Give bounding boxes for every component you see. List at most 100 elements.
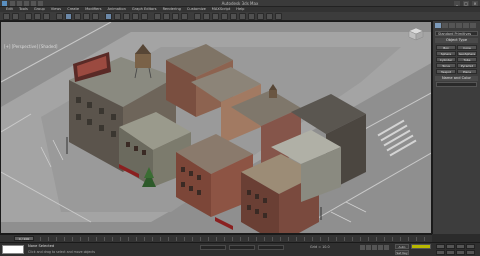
go-to-end-icon[interactable] bbox=[384, 245, 389, 250]
undo-icon[interactable] bbox=[31, 1, 36, 6]
toolbar-separator bbox=[52, 13, 54, 20]
pyramid-button[interactable]: Pyramid bbox=[457, 63, 477, 68]
cone-button[interactable]: Cone bbox=[457, 45, 477, 50]
playback-controls bbox=[360, 245, 389, 250]
rectangular-selection-icon[interactable] bbox=[83, 12, 90, 20]
toolbar-separator bbox=[21, 13, 23, 20]
transform-type-in bbox=[200, 245, 284, 250]
z-coordinate-field[interactable] bbox=[258, 245, 284, 250]
bind-space-warp-icon[interactable] bbox=[43, 12, 50, 20]
time-slider[interactable]: 0 / 100 bbox=[14, 236, 34, 241]
rendered-frame-window-icon[interactable] bbox=[266, 12, 273, 20]
sphere-button[interactable]: Sphere bbox=[436, 51, 456, 56]
rotate-icon[interactable] bbox=[114, 12, 121, 20]
link-icon[interactable] bbox=[25, 12, 32, 20]
toolbar-separator bbox=[190, 13, 192, 20]
percent-snap-icon[interactable] bbox=[172, 12, 179, 20]
main-toolbar bbox=[0, 12, 480, 21]
mirror-icon[interactable] bbox=[203, 12, 210, 20]
select-by-name-icon[interactable] bbox=[74, 12, 81, 20]
viewport-label[interactable]: [+] [Perspective] [Shaded] bbox=[4, 44, 58, 49]
angle-snap-icon[interactable] bbox=[163, 12, 170, 20]
curve-editor-icon[interactable] bbox=[230, 12, 237, 20]
viewcube-icon[interactable] bbox=[407, 27, 425, 41]
spinner-snap-icon[interactable] bbox=[181, 12, 188, 20]
save-file-icon[interactable] bbox=[24, 1, 29, 6]
selection-filter-dropdown[interactable] bbox=[56, 12, 63, 20]
close-button[interactable]: × bbox=[472, 1, 478, 6]
object-type-rollout[interactable]: Object Type bbox=[435, 38, 478, 43]
schematic-view-icon[interactable] bbox=[239, 12, 246, 20]
name-and-color-rollout[interactable]: Name and Color bbox=[435, 76, 478, 81]
pivot-center-icon[interactable] bbox=[141, 12, 148, 20]
open-file-icon[interactable] bbox=[17, 1, 22, 6]
layer-manager-icon[interactable] bbox=[221, 12, 228, 20]
object-category-dropdown[interactable]: Standard Primitives bbox=[435, 31, 478, 36]
window-title: Autodesk 3ds Max bbox=[221, 1, 259, 6]
plane-button[interactable]: Plane bbox=[457, 69, 477, 74]
cylinder-button[interactable]: Cylinder bbox=[436, 57, 456, 62]
redo-icon[interactable] bbox=[38, 1, 43, 6]
modify-tab-icon[interactable] bbox=[442, 23, 448, 28]
app-logo-icon[interactable] bbox=[2, 1, 7, 6]
zoom-extents-icon[interactable] bbox=[456, 244, 465, 249]
snap-toggle-icon[interactable] bbox=[154, 12, 161, 20]
set-key-button[interactable]: Set Key bbox=[395, 250, 409, 255]
zoom-extents-all-icon[interactable] bbox=[466, 244, 475, 249]
command-panel-tabs bbox=[433, 21, 480, 30]
go-to-start-icon[interactable] bbox=[360, 245, 365, 250]
hierarchy-tab-icon[interactable] bbox=[449, 23, 455, 28]
create-tab-icon[interactable] bbox=[435, 23, 441, 28]
utilities-tab-icon[interactable] bbox=[470, 23, 476, 28]
window-controls: _ □ × bbox=[454, 1, 478, 6]
geosphere-button[interactable]: GeoSphere bbox=[457, 51, 477, 56]
primitive-buttons: Box Cone Sphere GeoSphere Cylinder Tube … bbox=[436, 45, 477, 74]
unlink-icon[interactable] bbox=[34, 12, 41, 20]
redo-tool-icon[interactable] bbox=[12, 12, 19, 20]
y-coordinate-field[interactable] bbox=[229, 245, 255, 250]
select-object-icon[interactable] bbox=[65, 12, 72, 20]
maximize-viewport-icon[interactable] bbox=[466, 250, 475, 255]
next-frame-icon[interactable] bbox=[378, 245, 383, 250]
app-window: Autodesk 3ds Max _ □ × Edit Tools Group … bbox=[0, 0, 480, 256]
orbit-icon[interactable] bbox=[456, 250, 465, 255]
viewport-navigation-controls bbox=[436, 244, 475, 255]
box-button[interactable]: Box bbox=[436, 45, 456, 50]
toolbar-separator bbox=[150, 13, 152, 20]
toolbar-separator bbox=[101, 13, 103, 20]
auto-key-button[interactable]: Auto Key bbox=[395, 244, 409, 253]
previous-frame-icon[interactable] bbox=[366, 245, 371, 250]
field-of-view-icon[interactable] bbox=[436, 250, 445, 255]
display-tab-icon[interactable] bbox=[463, 23, 469, 28]
prompt-hint: Click and drag to select and move object… bbox=[28, 250, 96, 254]
maximize-button[interactable]: □ bbox=[463, 1, 469, 6]
zoom-icon[interactable] bbox=[436, 244, 445, 249]
motion-tab-icon[interactable] bbox=[456, 23, 462, 28]
minimize-button[interactable]: _ bbox=[454, 1, 460, 6]
window-crossing-icon[interactable] bbox=[92, 12, 99, 20]
key-filters-field[interactable] bbox=[411, 244, 431, 249]
title-bar: Autodesk 3ds Max _ □ × bbox=[0, 0, 480, 7]
zoom-all-icon[interactable] bbox=[446, 244, 455, 249]
named-selection-sets-dropdown[interactable] bbox=[194, 12, 201, 20]
grid-size-label: Grid = 10.0 bbox=[310, 245, 330, 249]
material-editor-icon[interactable] bbox=[248, 12, 255, 20]
object-name-field[interactable] bbox=[436, 82, 477, 87]
render-setup-icon[interactable] bbox=[257, 12, 264, 20]
scale-icon[interactable] bbox=[123, 12, 130, 20]
track-bar[interactable] bbox=[40, 237, 428, 241]
tube-button[interactable]: Tube bbox=[457, 57, 477, 62]
pan-icon[interactable] bbox=[446, 250, 455, 255]
perspective-viewport[interactable]: [+] [Perspective] [Shaded] bbox=[0, 21, 432, 234]
x-coordinate-field[interactable] bbox=[200, 245, 226, 250]
render-production-icon[interactable] bbox=[275, 12, 282, 20]
reference-coordinate-dropdown[interactable] bbox=[132, 12, 139, 20]
undo-tool-icon[interactable] bbox=[3, 12, 10, 20]
play-icon[interactable] bbox=[372, 245, 377, 250]
new-file-icon[interactable] bbox=[10, 1, 15, 6]
torus-button[interactable]: Torus bbox=[436, 63, 456, 68]
teapot-button[interactable]: Teapot bbox=[436, 69, 456, 74]
move-icon[interactable] bbox=[105, 12, 112, 20]
align-icon[interactable] bbox=[212, 12, 219, 20]
maxscript-listener-field[interactable] bbox=[2, 245, 24, 254]
